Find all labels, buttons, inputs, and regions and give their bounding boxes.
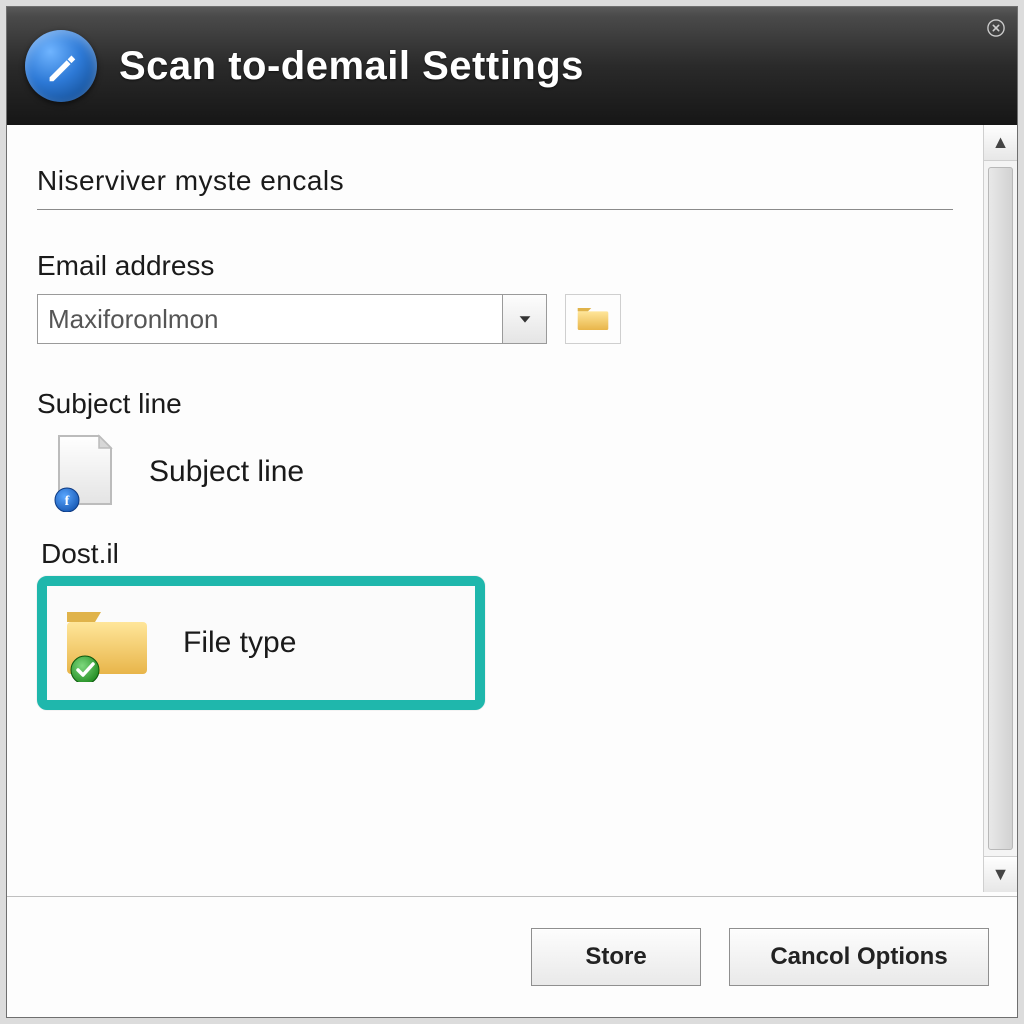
folder-icon [61, 604, 153, 682]
content-area: Niserviver myste encals Email address Su… [7, 125, 983, 892]
email-input[interactable] [38, 295, 502, 343]
store-button[interactable]: Store [531, 928, 701, 986]
vertical-scrollbar[interactable]: ▲ ▼ [983, 125, 1017, 892]
subject-label: Subject line [37, 388, 953, 420]
email-label: Email address [37, 250, 953, 282]
subject-item[interactable]: f Subject line [49, 432, 953, 512]
footer-bar: Store Cancol Options [7, 897, 1017, 1017]
content-row: Niserviver myste encals Email address Su… [7, 125, 1017, 892]
document-icon: f [49, 432, 121, 512]
subject-item-label: Subject line [149, 455, 304, 489]
header-bar: Scan to-demail Settings [7, 7, 1017, 125]
scroll-track[interactable] [984, 161, 1017, 856]
window-title: Scan to-demail Settings [119, 44, 584, 89]
scroll-up-button[interactable]: ▲ [984, 125, 1017, 161]
cancel-options-button[interactable]: Cancol Options [729, 928, 989, 986]
destination-label: Dost.il [41, 538, 953, 570]
email-row [37, 294, 953, 344]
file-type-label: File type [183, 626, 296, 660]
scroll-thumb[interactable] [988, 167, 1013, 850]
svg-text:f: f [65, 494, 70, 509]
section-heading: Niserviver myste encals [37, 165, 953, 210]
file-type-item[interactable]: File type [37, 576, 485, 710]
email-combobox[interactable] [37, 294, 547, 344]
email-dropdown-button[interactable] [502, 295, 546, 343]
scroll-down-button[interactable]: ▼ [984, 856, 1017, 892]
settings-window: Scan to-demail Settings Niserviver myste… [6, 6, 1018, 1018]
pencil-scan-icon [25, 30, 97, 102]
close-icon[interactable] [985, 17, 1007, 39]
address-book-button[interactable] [565, 294, 621, 344]
